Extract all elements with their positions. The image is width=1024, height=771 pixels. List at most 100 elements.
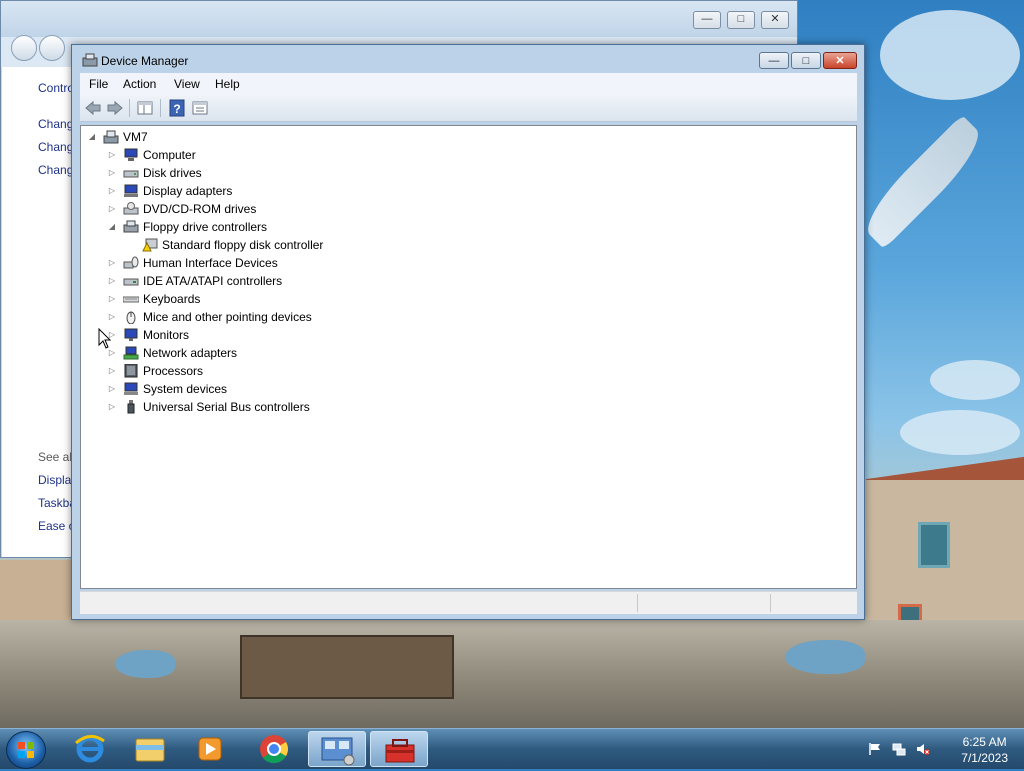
maximize-button[interactable]: □ bbox=[791, 52, 821, 69]
tree-category[interactable]: ◢ Floppy drive controllers bbox=[107, 218, 507, 236]
toolbar-separator bbox=[129, 99, 130, 117]
expand-arrow-icon[interactable]: ▷ bbox=[107, 272, 117, 290]
tree-category[interactable]: ▷ DVD/CD-ROM drives bbox=[107, 200, 507, 218]
tree-device[interactable]: Standard floppy disk controller bbox=[126, 236, 526, 254]
taskbar-media-player[interactable] bbox=[182, 731, 238, 767]
menu-action[interactable]: Action bbox=[123, 77, 156, 91]
expand-arrow-icon[interactable]: ▷ bbox=[107, 254, 117, 272]
tree-category[interactable]: ▷ Disk drives bbox=[107, 164, 507, 182]
control-panel-task-link[interactable]: Chang bbox=[38, 140, 73, 154]
tree-category[interactable]: ▷ Network adapters bbox=[107, 344, 507, 362]
expand-arrow-icon[interactable]: ▷ bbox=[107, 308, 117, 326]
tree-category[interactable]: ▷ Display adapters bbox=[107, 182, 507, 200]
taskbar-device-manager[interactable] bbox=[370, 731, 428, 767]
wallpaper-cloud bbox=[880, 10, 1020, 100]
control-panel-home-link[interactable]: Contro bbox=[38, 81, 74, 95]
status-separator bbox=[637, 594, 638, 612]
volume-muted-icon[interactable] bbox=[916, 742, 930, 756]
tree-category-label: Display adapters bbox=[143, 184, 233, 198]
hid-icon bbox=[123, 256, 139, 269]
tree-category[interactable]: ▷ System devices bbox=[107, 380, 507, 398]
tree-category-label: DVD/CD-ROM drives bbox=[143, 202, 257, 216]
windows-logo-icon bbox=[18, 742, 34, 758]
taskbar-internet-explorer[interactable] bbox=[62, 731, 118, 767]
mouse-icon bbox=[126, 311, 136, 324]
expand-arrow-icon[interactable]: ▷ bbox=[107, 146, 117, 164]
control-panel-close-button[interactable]: ✕ bbox=[761, 11, 789, 29]
computer-root-icon bbox=[103, 130, 119, 144]
disk-drive-icon bbox=[123, 170, 139, 178]
toolbar: ? bbox=[80, 95, 857, 122]
minimize-button[interactable]: — bbox=[759, 52, 789, 69]
tree-category[interactable]: ▷ Monitors bbox=[107, 326, 507, 344]
wallpaper-cloud bbox=[930, 360, 1020, 400]
tree-category[interactable]: ▷ Universal Serial Bus controllers bbox=[107, 398, 507, 416]
taskbar-chrome[interactable] bbox=[246, 731, 302, 767]
close-button[interactable]: ✕ bbox=[823, 52, 857, 69]
menu-view[interactable]: View bbox=[174, 77, 200, 91]
status-bar bbox=[80, 591, 857, 614]
tree-device-label: Standard floppy disk controller bbox=[162, 238, 324, 252]
tree-category[interactable]: ▷ Processors bbox=[107, 362, 507, 380]
display-adapter-icon bbox=[124, 184, 138, 197]
tree-category[interactable]: ▷ Mice and other pointing devices bbox=[107, 308, 507, 326]
start-button[interactable] bbox=[6, 731, 46, 769]
tree-category[interactable]: ▷ IDE ATA/ATAPI controllers bbox=[107, 272, 507, 290]
taskbar-control-panel[interactable] bbox=[308, 731, 366, 767]
control-panel-task-link[interactable]: Chang bbox=[38, 163, 73, 177]
control-panel-task-link[interactable]: Chang bbox=[38, 117, 73, 131]
tree-category-label: Keyboards bbox=[143, 292, 201, 306]
tree-category-label: Human Interface Devices bbox=[143, 256, 278, 270]
expand-arrow-icon[interactable]: ▷ bbox=[107, 164, 117, 182]
mouse-cursor-icon bbox=[98, 328, 112, 349]
properties-pane-icon[interactable] bbox=[136, 99, 154, 117]
warning-device-icon bbox=[142, 238, 158, 252]
taskbar-windows-explorer[interactable] bbox=[122, 731, 178, 767]
forward-arrow-icon[interactable] bbox=[106, 99, 124, 117]
network-icon[interactable] bbox=[892, 742, 906, 756]
tree-root-label: VM7 bbox=[123, 130, 148, 144]
expand-arrow-icon[interactable]: ▷ bbox=[107, 290, 117, 308]
clock-date: 7/1/2023 bbox=[961, 751, 1008, 765]
usb-icon bbox=[127, 400, 135, 414]
back-button[interactable] bbox=[11, 35, 37, 61]
window-title: Device Manager bbox=[101, 54, 189, 68]
keyboard-icon bbox=[123, 296, 139, 303]
control-panel-maximize-button[interactable]: □ bbox=[727, 11, 755, 29]
tree-category-label: Network adapters bbox=[143, 346, 238, 360]
expand-arrow-icon[interactable]: ▷ bbox=[107, 182, 117, 200]
monitor-icon bbox=[124, 328, 138, 341]
device-tree: ◢ VM7 ▷ Computer ▷ Disk drives ▷ Display… bbox=[80, 125, 857, 589]
see-also-link[interactable]: Ease o bbox=[38, 519, 75, 533]
control-panel-titlebar: — □ ✕ bbox=[1, 1, 797, 37]
control-panel-minimize-button[interactable]: — bbox=[693, 11, 721, 29]
processor-icon bbox=[124, 364, 138, 378]
forward-button[interactable] bbox=[39, 35, 65, 61]
expand-arrow-icon[interactable]: ▷ bbox=[107, 398, 117, 416]
device-manager-icon bbox=[82, 53, 98, 67]
system-clock[interactable]: 6:25 AM 7/1/2023 bbox=[961, 734, 1008, 766]
tree-root[interactable]: ◢ VM7 bbox=[87, 128, 387, 146]
tree-category-label: System devices bbox=[143, 382, 228, 396]
collapse-arrow-icon[interactable]: ◢ bbox=[107, 218, 117, 236]
tree-category[interactable]: ▷ Keyboards bbox=[107, 290, 507, 308]
help-icon[interactable]: ? bbox=[168, 99, 186, 117]
expand-arrow-icon[interactable]: ▷ bbox=[107, 362, 117, 380]
action-center-flag-icon[interactable] bbox=[868, 742, 882, 756]
back-arrow-icon[interactable] bbox=[84, 99, 102, 117]
collapse-arrow-icon[interactable]: ◢ bbox=[87, 128, 97, 146]
device-manager-titlebar[interactable]: Device Manager — □ ✕ bbox=[72, 45, 864, 73]
console-tree-icon[interactable] bbox=[191, 99, 209, 117]
tree-category[interactable]: ▷ Human Interface Devices bbox=[107, 254, 507, 272]
menu-bar: File Action View Help bbox=[80, 73, 857, 95]
toolbar-separator bbox=[160, 99, 161, 117]
media-player-icon bbox=[198, 737, 222, 761]
tree-category-label: IDE ATA/ATAPI controllers bbox=[143, 274, 283, 288]
tree-category-label: Floppy drive controllers bbox=[143, 220, 268, 234]
menu-file[interactable]: File bbox=[89, 77, 108, 91]
menu-help[interactable]: Help bbox=[215, 77, 240, 91]
expand-arrow-icon[interactable]: ▷ bbox=[107, 380, 117, 398]
toolbox-icon bbox=[385, 739, 415, 763]
tree-category[interactable]: ▷ Computer bbox=[107, 146, 507, 164]
expand-arrow-icon[interactable]: ▷ bbox=[107, 200, 117, 218]
